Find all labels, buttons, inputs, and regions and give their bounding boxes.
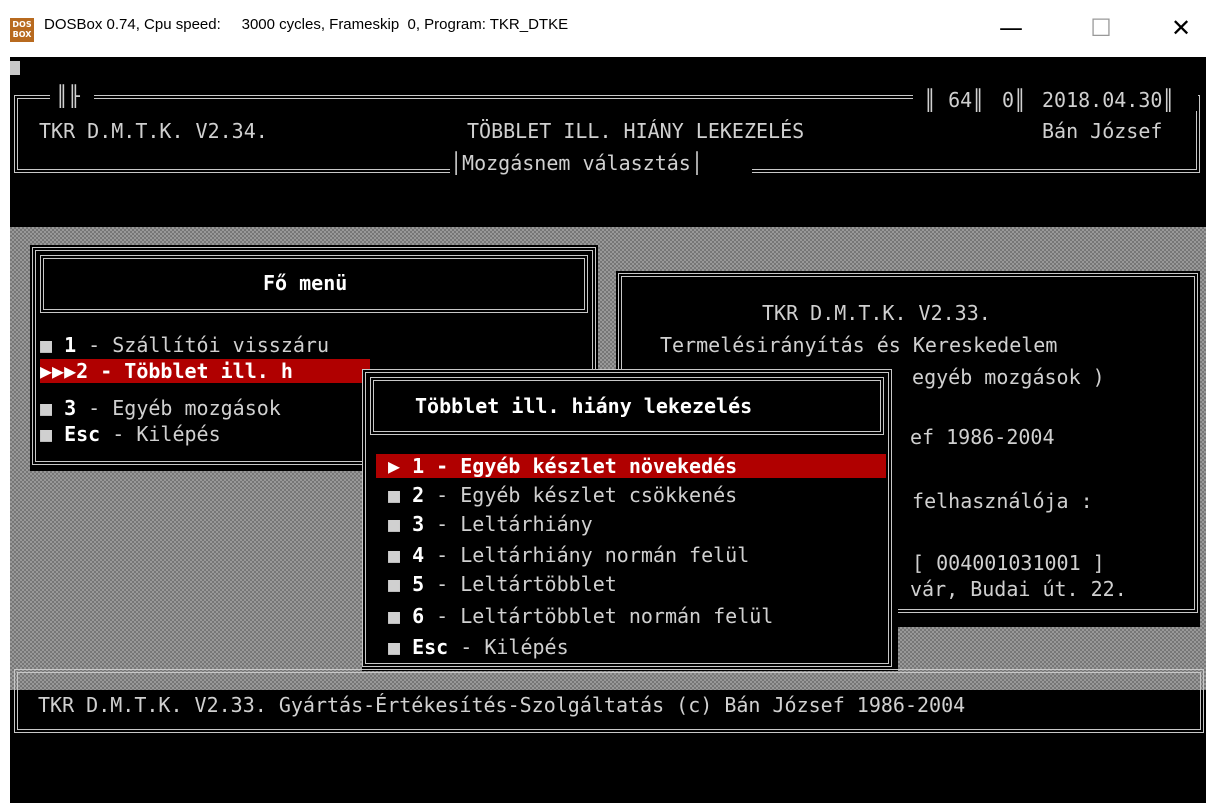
sub-menu-item-2[interactable]: ■ 2 - Egyéb készlet csökkenés: [388, 483, 737, 507]
sub-menu-item-5[interactable]: ■ 5 - Leltártöbblet: [388, 572, 617, 596]
window-titlebar[interactable]: DOS BOX DOSBox 0.74, Cpu speed: 3000 cyc…: [0, 0, 1216, 57]
maximize-button[interactable]: ☐: [1078, 8, 1124, 48]
header-left-mark: ║╟: [56, 84, 81, 108]
sub-menu-item-6[interactable]: ■ 6 - Leltártöbblet normán felül: [388, 604, 773, 628]
info-line-4: ef 1986-2004: [910, 425, 1055, 449]
header-module-title: TÖBBLET ILL. HIÁNY LEKEZELÉS: [467, 119, 805, 143]
header-app-name: TKR D.M.T.K. V2.34.: [39, 119, 268, 143]
dos-screen[interactable]: ║ 64║ 0║ 2018.04.30║ ║╟ TKR D.M.T.K. V2.…: [10, 57, 1206, 803]
sub-menu-item-1[interactable]: ▶ 1 - Egyéb készlet növekedés: [388, 454, 737, 478]
main-menu-item-3[interactable]: ■ 3 - Egyéb mozgások: [40, 396, 281, 420]
header-counter-2: 0║: [1002, 88, 1027, 112]
window-title: DOSBox 0.74, Cpu speed: 3000 cycles, Fra…: [44, 16, 569, 33]
sub-menu-title: Többlet ill. hiány lekezelés: [415, 394, 753, 418]
dosbox-app-icon[interactable]: DOS BOX: [10, 18, 34, 42]
system-menu-icon[interactable]: [10, 61, 20, 75]
info-line-2: Termelésirányítás és Kereskedelem: [660, 333, 1058, 357]
close-button[interactable]: ✕: [1158, 8, 1204, 48]
info-line-7: vár, Budai út. 22.: [910, 577, 1127, 601]
main-menu-item-esc[interactable]: ■ Esc - Kilépés: [40, 422, 221, 446]
header-subtitle: │Mozgásnem választás│: [450, 151, 703, 175]
main-menu-title: Fő menü: [263, 271, 348, 295]
header-date: 2018.04.30║: [1042, 88, 1175, 112]
header-counter-1: ║ 64║: [924, 88, 985, 112]
info-line-3: egyéb mozgások ): [900, 365, 1105, 389]
info-line-5: felhasználója :: [900, 489, 1093, 513]
info-line-6: [ 004001031001 ]: [900, 551, 1105, 575]
sub-menu-item-3[interactable]: ■ 3 - Leltárhiány: [388, 512, 593, 536]
footer-text: TKR D.M.T.K. V2.33. Gyártás-Értékesítés-…: [38, 693, 966, 717]
info-line-1: TKR D.M.T.K. V2.33.: [762, 301, 991, 325]
sub-menu-item-esc[interactable]: ■ Esc - Kilépés: [388, 635, 569, 659]
sub-menu-item-4[interactable]: ■ 4 - Leltárhiány normán felül: [388, 543, 749, 567]
minimize-button[interactable]: —: [988, 8, 1034, 48]
main-menu-item-2[interactable]: ▶▶▶2 - Többlet ill. h: [40, 359, 293, 383]
header-user-name: Bán József: [1042, 119, 1163, 143]
main-menu-item-1[interactable]: ■ 1 - Szállítói visszáru: [40, 333, 329, 357]
